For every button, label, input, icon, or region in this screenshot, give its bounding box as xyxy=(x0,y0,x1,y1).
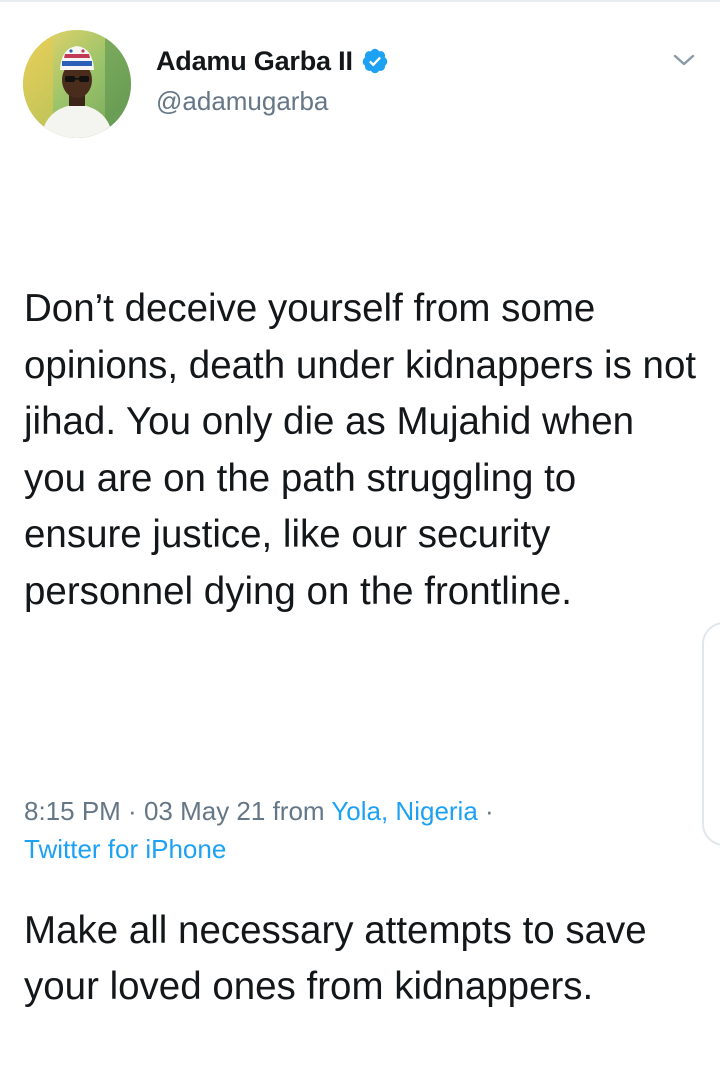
verified-badge-icon xyxy=(361,47,389,75)
tweet-meta: 8:15 PM · 03 May 21 from Yola, Nigeria ·… xyxy=(24,792,704,868)
tweet-source-link[interactable]: Twitter for iPhone xyxy=(24,834,226,864)
handle[interactable]: @adamugarba xyxy=(156,86,389,117)
tweet-date[interactable]: 03 May 21 xyxy=(144,796,265,826)
avatar-image xyxy=(23,30,131,138)
tweet-paragraph: Make all necessary attempts to save your… xyxy=(24,908,658,1009)
display-name[interactable]: Adamu Garba II xyxy=(156,46,353,77)
tweet-paragraph: Don’t deceive yourself from some opinion… xyxy=(24,287,707,613)
meta-from: from xyxy=(265,796,332,826)
chevron-down-icon[interactable] xyxy=(672,50,696,70)
meta-separator: · xyxy=(120,796,144,826)
meta-separator: · xyxy=(477,796,494,826)
tweet-time[interactable]: 8:15 PM xyxy=(24,796,121,826)
edge-handle[interactable] xyxy=(702,622,720,846)
tweet-location-link[interactable]: Yola, Nigeria xyxy=(331,796,477,826)
avatar[interactable] xyxy=(23,30,131,138)
tweet-text: Don’t deceive yourself from some opinion… xyxy=(24,168,700,1072)
author-block[interactable]: Adamu Garba II @adamugarba xyxy=(156,44,389,117)
top-divider xyxy=(0,0,720,2)
